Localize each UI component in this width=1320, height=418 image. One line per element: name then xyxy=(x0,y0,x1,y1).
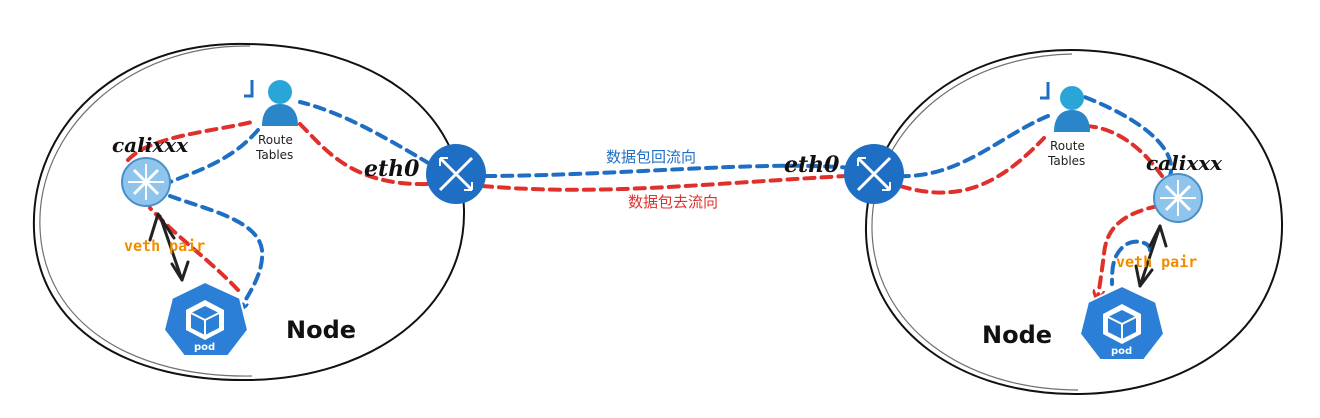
right-eth-label: eth0 xyxy=(784,152,840,178)
left-route-table-person-icon xyxy=(244,80,298,126)
left-node-title: Node xyxy=(286,316,356,344)
left-cali-label: calixxx xyxy=(112,133,189,157)
out-line-right-eth-rt xyxy=(898,136,1046,195)
right-pod-label: pod xyxy=(1111,346,1132,357)
right-route-table-label-line2: Tables xyxy=(1047,154,1085,168)
right-router-icon xyxy=(1153,173,1203,223)
left-veth-label: veth pair xyxy=(124,237,205,255)
return-line-right-rt-eth xyxy=(898,114,1050,179)
return-line-left-eth-rt xyxy=(298,100,432,166)
out-line-wire xyxy=(480,174,848,192)
right-route-table-label-line1: Route xyxy=(1050,139,1085,153)
right-cali-label: calixxx xyxy=(1146,151,1223,175)
left-node-boundary xyxy=(32,42,466,382)
left-eth-label: eth0 xyxy=(364,156,420,182)
left-switch-icon xyxy=(426,144,486,204)
network-diagram: Route Tables Route Tables calixxx calixx… xyxy=(32,42,1284,396)
left-route-table-label-line2: Tables xyxy=(255,148,293,162)
out-flow-label: 数据包去流向 xyxy=(628,193,718,211)
left-route-table-label-line1: Route xyxy=(258,133,293,147)
left-pod-label: pod xyxy=(194,342,215,353)
right-node-title: Node xyxy=(982,321,1052,349)
right-veth-label: veth pair xyxy=(1116,253,1197,271)
return-flow-label: 数据包回流向 xyxy=(606,148,696,166)
right-switch-icon xyxy=(844,144,904,204)
right-route-table-person-icon xyxy=(1040,82,1090,132)
left-router-icon xyxy=(121,157,171,207)
